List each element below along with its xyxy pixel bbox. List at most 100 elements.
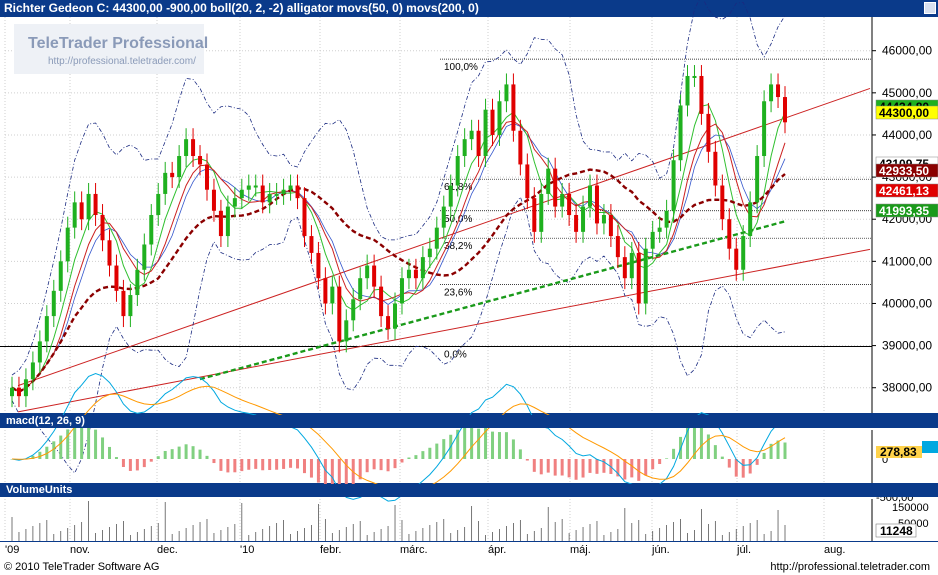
candle-body [156,193,161,215]
volume-panel-header: VolumeUnits [0,484,938,497]
x-tick-label: febr. [320,544,341,556]
macd-histogram-bar [128,459,132,471]
macd-histogram-bar [595,459,599,474]
candle-body [344,320,349,342]
candle-body [399,278,404,304]
candle-body [65,227,70,262]
macd-histogram-bar [365,459,369,473]
candle-body [260,185,265,203]
footer-link[interactable]: http://professional.teletrader.com [770,560,930,575]
macd-histogram-bar [309,459,313,478]
macd-histogram-bar [302,459,306,474]
price-tick-label: 39000,00 [882,339,932,353]
macd-histogram-bar [706,434,710,459]
macd-histogram-bar [184,444,188,459]
price-badge-text: 42933,50 [879,164,929,178]
candle-body [678,105,683,161]
price-tick-label: 41000,00 [882,254,932,268]
volume-label: VolumeUnits [6,484,73,496]
candle-body [685,75,690,106]
candle-body [316,252,321,279]
candle-body [713,151,718,186]
candle-body [497,101,502,135]
candle-body [267,193,272,203]
macd-histogram-bar [94,429,98,459]
macd-histogram-bar [727,459,731,468]
macd-histogram-bar [254,459,258,469]
macd-histogram-bar [393,459,397,469]
macd-histogram-bar [87,425,91,459]
candle-body [135,269,140,296]
macd-histogram-bar [713,445,717,459]
macd-histogram-bar [205,455,209,459]
candle-body [601,215,606,224]
candle-body [37,341,42,363]
candle-body [142,244,147,270]
macd-histogram-bar [142,459,146,468]
macd-histogram-bar [651,459,655,470]
candle-body [274,193,279,196]
candle-body [692,75,697,78]
macd-histogram-bar [400,459,404,463]
price-badge-text: 41993,35 [879,204,929,218]
candle-body [281,189,286,194]
macd-histogram-bar [567,459,571,478]
candle-body [379,286,384,317]
price-tick-label: 38000,00 [882,381,932,395]
candle-body [23,379,28,397]
macd-histogram-bar [73,424,77,459]
macd-label: macd(12, 26, 9) [6,415,85,427]
macd-histogram-bar [581,459,585,478]
watermark-brand: TeleTrader Professional [28,35,208,52]
candle-body [79,202,84,220]
macd-histogram-bar [755,459,759,465]
price-tick-label: 45000,00 [882,86,932,100]
candle-body [93,193,98,215]
candle-body [372,265,377,287]
candle-body [406,269,411,279]
candle-body [323,278,328,304]
candle-body [302,198,307,237]
x-tick-label: máj. [570,544,591,556]
macd-histogram-bar [289,459,293,468]
candle-body [776,84,781,98]
candle-body [191,139,196,157]
macd-histogram-bar [233,459,237,473]
fib-label: 23,6% [444,288,472,299]
candle-body [413,269,418,279]
macd-histogram-bar [741,459,745,478]
candle-body [748,202,753,237]
candle-body [204,164,209,190]
candle-body [462,139,467,157]
macd-histogram-bar [247,459,251,470]
candle-body [330,286,335,304]
macd-histogram-bar [59,435,63,459]
candle-body [448,185,453,207]
macd-histogram-bar [296,459,300,469]
macd-histogram-bar [114,457,118,459]
macd-histogram-bar [720,456,724,459]
copyright: © 2010 TeleTrader Software AG [4,561,160,573]
candle-body [741,236,746,270]
candle-body [288,185,293,190]
candle-body [734,248,739,270]
candle-body [490,109,495,135]
price-tick-label: 46000,00 [882,44,932,58]
candle-body [358,278,363,300]
price-tick-label: 40000,00 [882,296,932,310]
macd-histogram-bar [121,459,125,467]
macd-histogram-bar [282,459,286,469]
candle-body [720,185,725,220]
candle-body [594,185,599,224]
macd-histogram-bar [275,459,279,470]
macd-histogram-bar [776,440,780,459]
macd-histogram-bar [470,424,474,459]
candle-body [58,261,63,291]
candle-body [121,290,126,317]
candle-body [239,189,244,199]
candle-body [476,130,481,157]
x-tick-label: márc. [400,544,428,556]
candle-body [72,202,77,228]
candle-body [253,185,258,188]
macd-histogram-bar [630,459,634,478]
